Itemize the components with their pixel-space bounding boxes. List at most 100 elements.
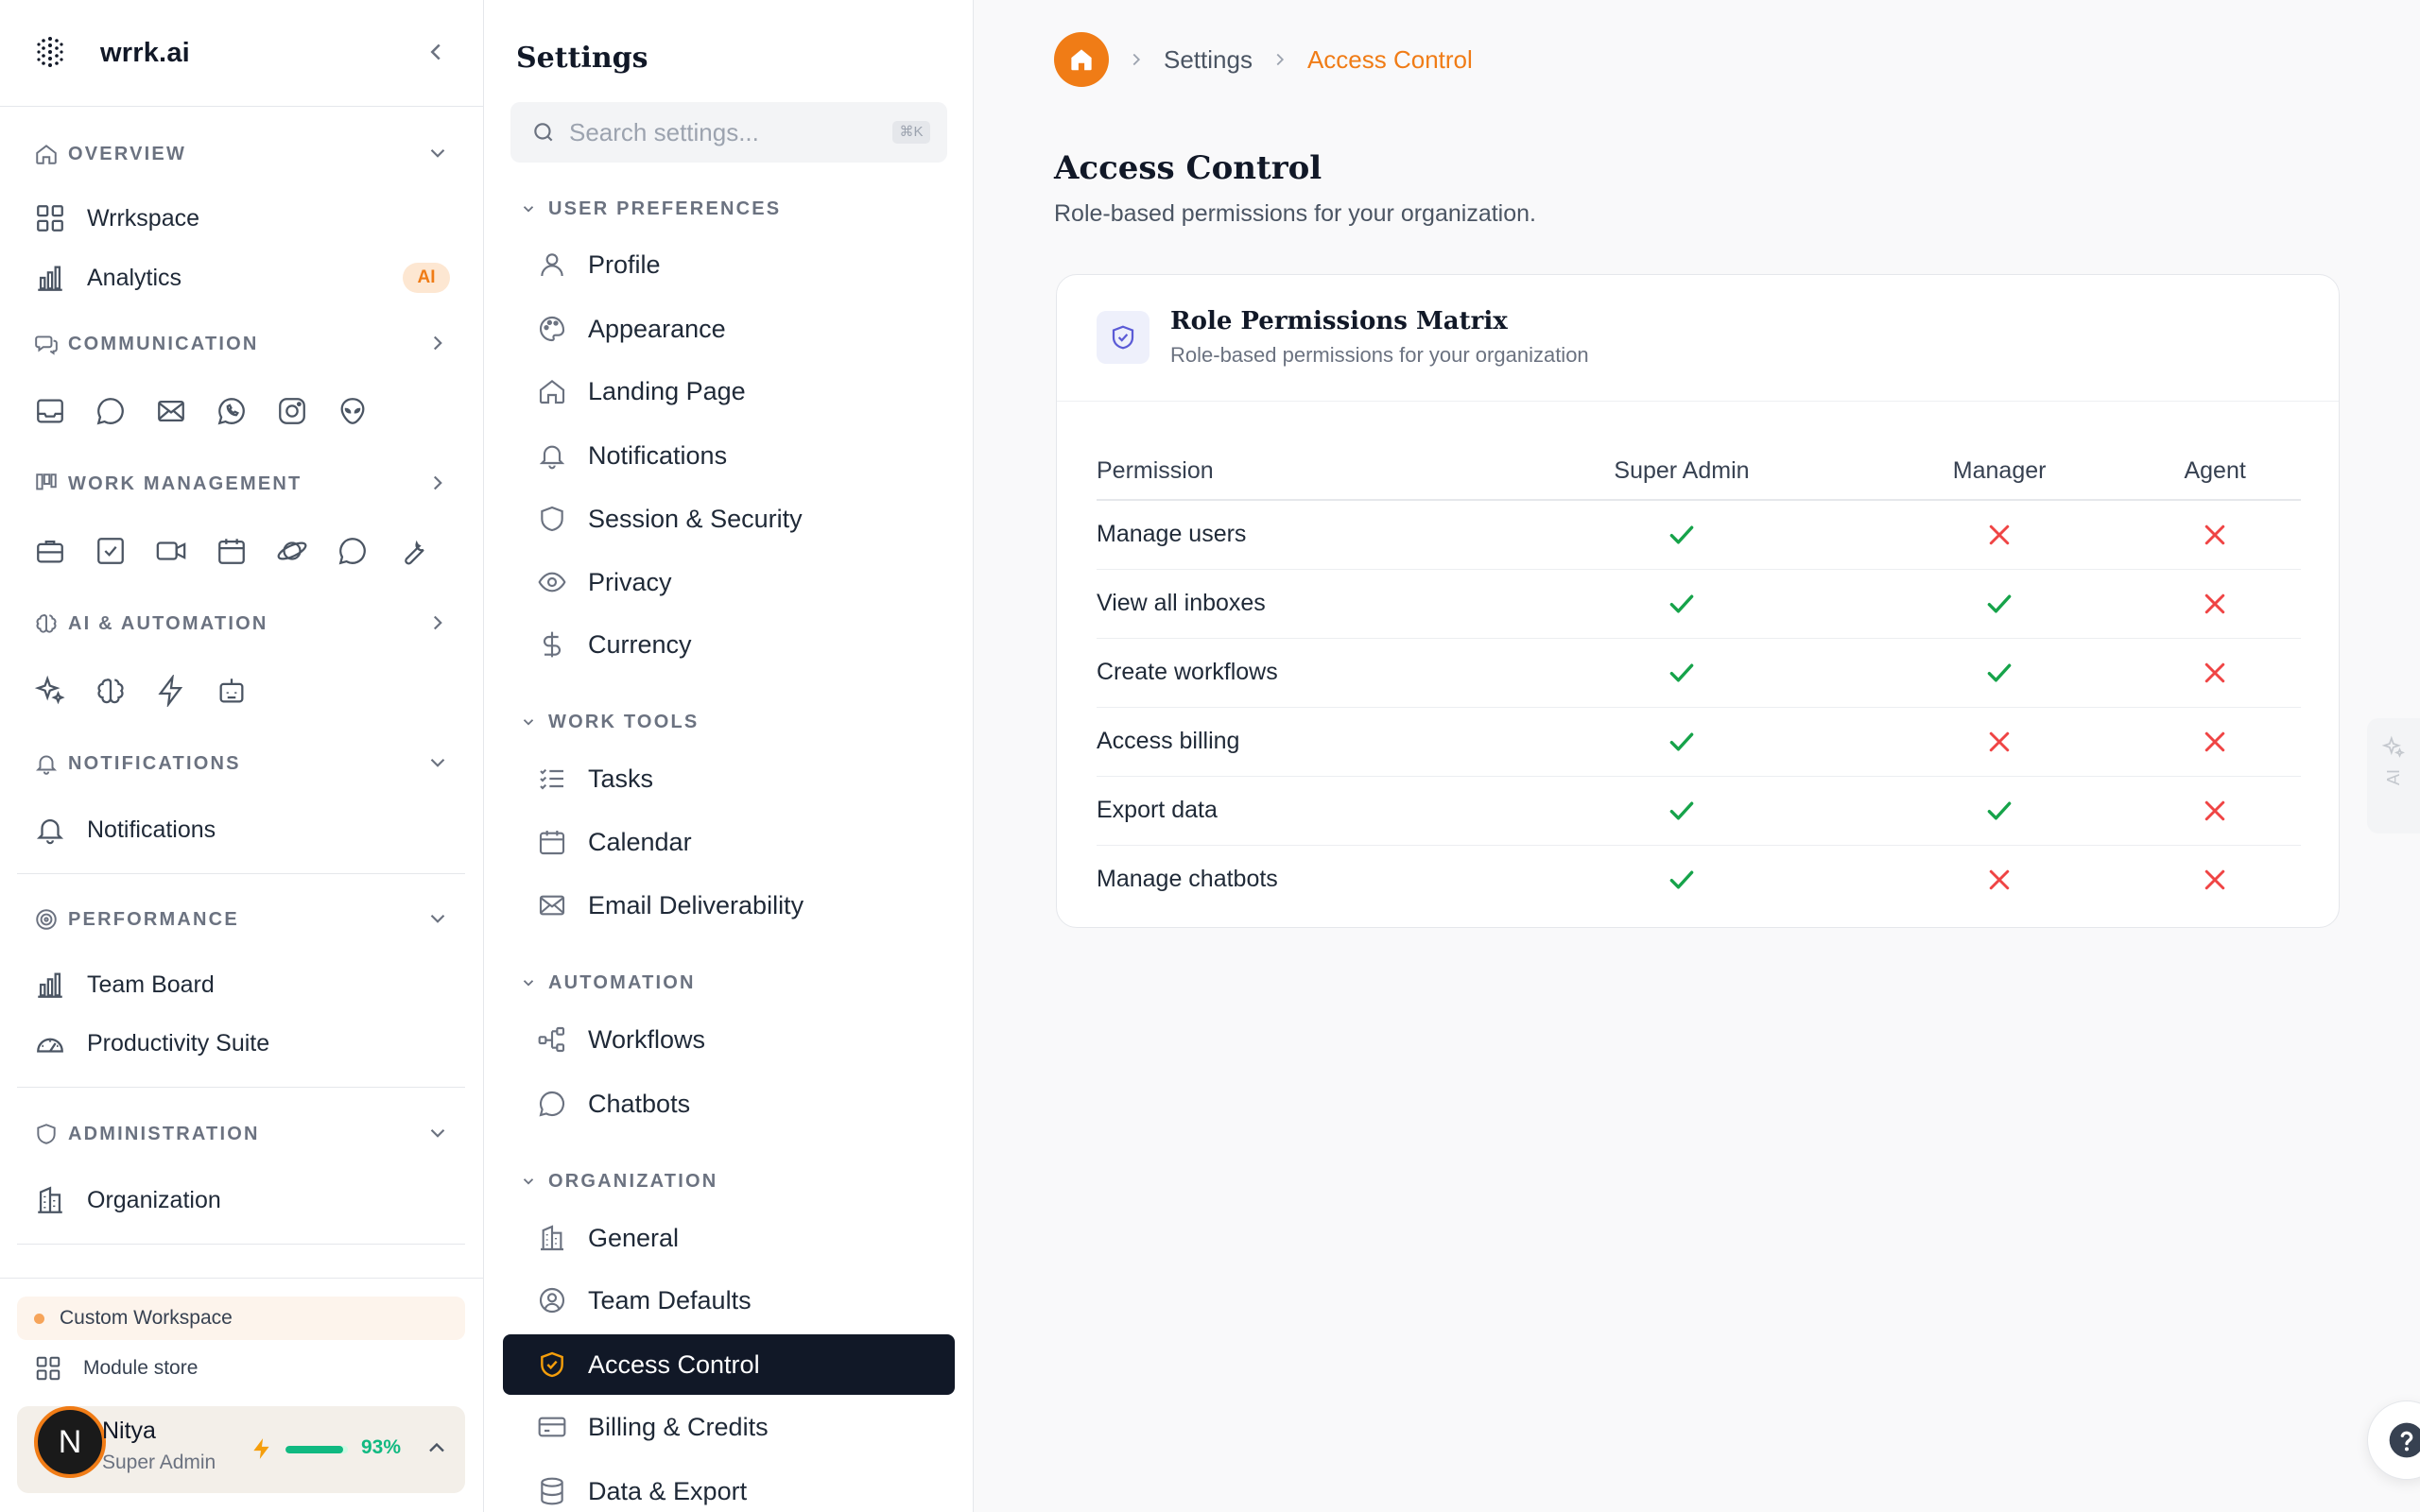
settings-title: Settings — [516, 42, 648, 75]
chevron-up-icon[interactable] — [424, 1435, 450, 1461]
section-ai-automation[interactable]: AI & AUTOMATION — [34, 605, 450, 643]
database-icon — [537, 1476, 567, 1506]
chat-outline-icon — [34, 332, 59, 356]
home-breadcrumb-button[interactable] — [1054, 32, 1109, 87]
settings-item-calendar[interactable]: Calendar — [503, 812, 955, 872]
chevron-right-icon[interactable] — [425, 471, 450, 495]
user-profile-card[interactable]: N Nitya Super Admin 93% — [17, 1406, 465, 1493]
comment-icon[interactable] — [337, 535, 369, 567]
checkbox-icon[interactable] — [95, 535, 127, 567]
settings-item-access-control[interactable]: Access Control — [503, 1334, 955, 1395]
permissions-matrix-table: Permission Super Admin Manager Agent Man… — [1097, 443, 2301, 914]
bot-icon[interactable] — [216, 675, 248, 707]
group-work-tools[interactable]: WORK TOOLS — [520, 708, 699, 736]
settings-item-privacy[interactable]: Privacy — [503, 552, 955, 612]
check-icon — [1669, 801, 1694, 819]
ai-assistant-side-tab[interactable]: AI — [2367, 718, 2420, 833]
settings-item-email-deliverability[interactable]: Email Deliverability — [503, 875, 955, 936]
settings-item-currency[interactable]: Currency — [503, 614, 955, 675]
settings-item-label: Calendar — [588, 827, 692, 856]
settings-item-label: Landing Page — [588, 376, 746, 405]
permission-cell-manager — [1869, 638, 2130, 708]
section-work-management[interactable]: WORK MANAGEMENT — [34, 465, 450, 503]
settings-item-tasks[interactable]: Tasks — [503, 748, 955, 809]
settings-item-billing-credits[interactable]: Billing & Credits — [503, 1397, 955, 1457]
custom-workspace-button[interactable]: Custom Workspace — [17, 1297, 465, 1340]
alien-icon[interactable] — [337, 395, 369, 427]
permission-cell-super-admin — [1494, 500, 1870, 570]
briefcase-icon[interactable] — [34, 535, 66, 567]
settings-item-session-security[interactable]: Session & Security — [503, 489, 955, 549]
settings-item-landing-page[interactable]: Landing Page — [503, 361, 955, 421]
settings-search[interactable]: ⌘K — [510, 102, 947, 163]
settings-item-appearance[interactable]: Appearance — [503, 299, 955, 359]
settings-item-chatbots[interactable]: Chatbots — [503, 1074, 955, 1134]
collapse-sidebar-button[interactable] — [422, 38, 450, 66]
inbox-icon[interactable] — [34, 395, 66, 427]
group-user-preferences[interactable]: USER PREFERENCES — [520, 195, 781, 223]
chevron-down-icon[interactable] — [425, 906, 450, 931]
settings-item-workflows[interactable]: Workflows — [503, 1009, 955, 1070]
x-icon — [2204, 593, 2225, 613]
shield-icon — [537, 504, 567, 534]
avatar[interactable]: N — [34, 1406, 106, 1478]
instagram-icon[interactable] — [276, 395, 308, 427]
x-icon — [1989, 869, 2010, 889]
planet-icon[interactable] — [276, 535, 308, 567]
group-organization[interactable]: ORGANIZATION — [520, 1167, 717, 1195]
sparkles-icon[interactable] — [34, 675, 66, 707]
permission-name: Export data — [1097, 776, 1494, 846]
check-icon — [1987, 801, 2012, 819]
credit-card-icon — [537, 1412, 567, 1442]
search-input[interactable] — [569, 115, 872, 149]
status-dot — [34, 1313, 44, 1324]
chevron-right-icon[interactable] — [425, 610, 450, 635]
nav-item-productivity-suite[interactable]: Productivity Suite — [34, 1021, 450, 1066]
whatsapp-icon[interactable] — [216, 395, 248, 427]
column-header-agent: Agent — [2129, 443, 2301, 501]
chat-icon[interactable] — [95, 395, 127, 427]
x-icon — [2204, 524, 2225, 544]
home-icon — [537, 376, 567, 406]
dollar-icon — [537, 629, 567, 660]
wrench-icon[interactable] — [397, 535, 429, 567]
chevron-down-icon[interactable] — [425, 750, 450, 775]
target-icon — [34, 907, 59, 932]
section-overview[interactable]: OVERVIEW — [34, 135, 450, 173]
nav-item-wrrkspace[interactable]: Wrrkspace — [34, 196, 450, 241]
settings-item-label: Currency — [588, 629, 692, 659]
nav-item-analytics[interactable]: Analytics AI — [34, 255, 450, 301]
permission-cell-agent — [2129, 569, 2301, 639]
module-store-link[interactable]: Module store — [34, 1349, 198, 1387]
section-administration[interactable]: ADMINISTRATION — [34, 1115, 450, 1153]
group-label: WORK TOOLS — [548, 711, 700, 732]
mail-icon[interactable] — [155, 395, 187, 427]
section-communication[interactable]: COMMUNICATION — [34, 325, 450, 363]
settings-item-profile[interactable]: Profile — [503, 234, 955, 295]
settings-item-data-export[interactable]: Data & Export — [503, 1461, 955, 1512]
nav-item-notifications[interactable]: Notifications — [34, 807, 450, 852]
settings-item-general[interactable]: General — [503, 1208, 955, 1268]
breadcrumb-settings-link[interactable]: Settings — [1164, 45, 1253, 75]
chevron-right-icon[interactable] — [425, 331, 450, 355]
chevron-down-icon[interactable] — [425, 141, 450, 165]
section-notifications[interactable]: NOTIFICATIONS — [34, 745, 450, 782]
video-icon[interactable] — [155, 535, 187, 567]
help-button[interactable] — [2367, 1400, 2420, 1480]
section-performance[interactable]: PERFORMANCE — [34, 901, 450, 938]
wrrk-logo-icon[interactable] — [34, 36, 66, 68]
nav-item-label: Productivity Suite — [87, 1029, 270, 1057]
brain-icon[interactable] — [95, 675, 127, 707]
nav-item-team-board[interactable]: Team Board — [34, 962, 450, 1007]
settings-item-notifications[interactable]: Notifications — [503, 425, 955, 486]
group-automation[interactable]: AUTOMATION — [520, 969, 696, 997]
calendar-icon[interactable] — [216, 535, 248, 567]
nav-item-organization[interactable]: Organization — [34, 1177, 450, 1223]
settings-item-team-defaults[interactable]: Team Defaults — [503, 1270, 955, 1331]
bolt-icon[interactable] — [155, 675, 187, 707]
card-subtitle: Role-based permissions for your organiza… — [1170, 343, 1589, 367]
usage-progress-fill — [285, 1446, 344, 1453]
section-work-management-label: WORK MANAGEMENT — [68, 472, 302, 494]
chevron-down-icon[interactable] — [425, 1121, 450, 1145]
permission-name: Manage chatbots — [1097, 866, 1278, 893]
